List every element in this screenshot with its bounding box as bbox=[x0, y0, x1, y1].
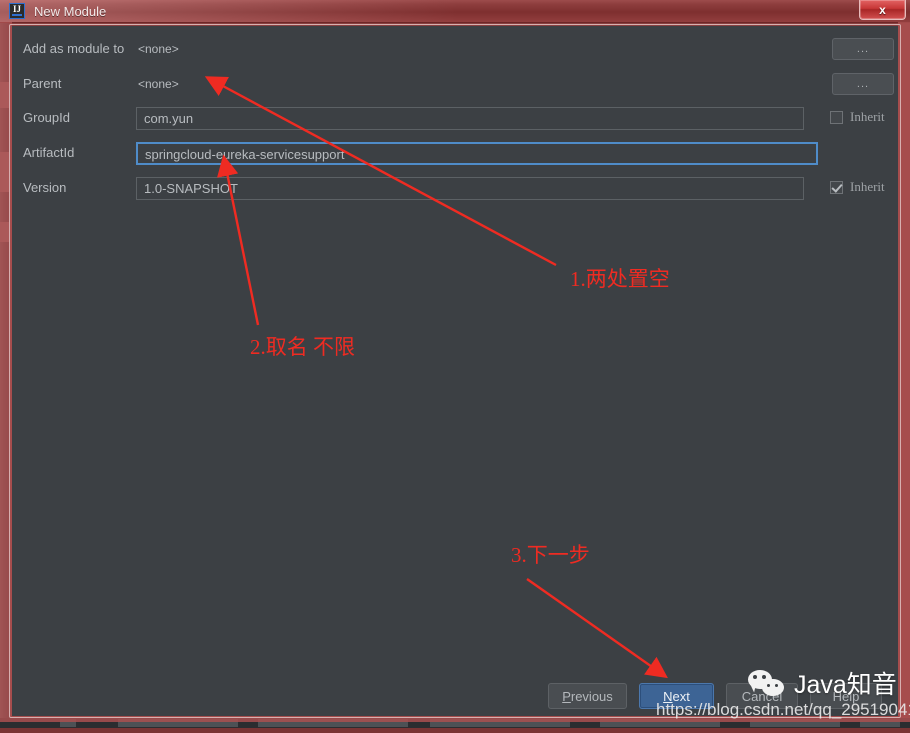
cancel-button-label: Cancel bbox=[741, 688, 783, 704]
browse-add-as-module-to-button[interactable]: ... bbox=[832, 38, 894, 60]
artifactid-input[interactable]: springcloud-eureka-servicesupport bbox=[136, 142, 818, 165]
groupid-inherit-checkbox[interactable]: Inherit bbox=[830, 109, 885, 125]
dialog-button-bar: Previous Next Cancel Help bbox=[12, 683, 898, 716]
cancel-button[interactable]: Cancel bbox=[726, 683, 798, 709]
label-version: Version bbox=[23, 180, 67, 195]
form-row-parent: Parent <none> ... bbox=[12, 73, 898, 97]
help-button[interactable]: Help bbox=[810, 683, 882, 709]
next-button[interactable]: Next bbox=[639, 683, 714, 709]
groupid-inherit-label: Inherit bbox=[850, 109, 885, 124]
value-add-as-module-to: <none> bbox=[138, 42, 179, 56]
close-button[interactable]: x bbox=[859, 0, 906, 20]
label-parent: Parent bbox=[23, 76, 62, 91]
form-row-groupid: GroupId com.yun Inherit bbox=[12, 107, 898, 131]
previous-button[interactable]: Previous bbox=[548, 683, 627, 709]
version-inherit-label: Inherit bbox=[850, 179, 885, 194]
next-button-label: Next bbox=[663, 688, 690, 704]
groupid-input[interactable]: com.yun bbox=[136, 107, 804, 130]
label-groupid: GroupId bbox=[23, 110, 70, 125]
help-button-label: Help bbox=[832, 688, 860, 704]
browse-parent-button[interactable]: ... bbox=[832, 73, 894, 95]
intellij-idea-icon: IJ bbox=[9, 3, 25, 19]
label-add-as-module-to: Add as module to bbox=[23, 41, 125, 56]
version-input[interactable]: 1.0-SNAPSHOT bbox=[136, 177, 804, 200]
previous-button-label: Previous bbox=[562, 688, 613, 704]
label-artifactid: ArtifactId bbox=[23, 145, 75, 160]
version-inherit-checkbox[interactable]: Inherit bbox=[830, 179, 885, 195]
close-icon: x bbox=[879, 2, 886, 17]
form-row-version: Version 1.0-SNAPSHOT Inherit bbox=[12, 177, 898, 201]
form-row-add-as-module-to: Add as module to <none> ... bbox=[12, 38, 898, 62]
value-parent: <none> bbox=[138, 77, 179, 91]
dialog-titlebar[interactable]: IJ New Module x bbox=[0, 0, 910, 23]
form-row-artifactid: ArtifactId springcloud-eureka-servicesup… bbox=[12, 142, 898, 166]
checkbox-box-checked bbox=[830, 180, 843, 194]
dialog-content: Add as module to <none> ... Parent <none… bbox=[12, 26, 898, 716]
window-title: New Module bbox=[34, 3, 107, 19]
checkbox-box-unchecked bbox=[830, 110, 843, 124]
new-module-dialog-window: IJ New Module x Add as module to <none> … bbox=[0, 0, 910, 722]
